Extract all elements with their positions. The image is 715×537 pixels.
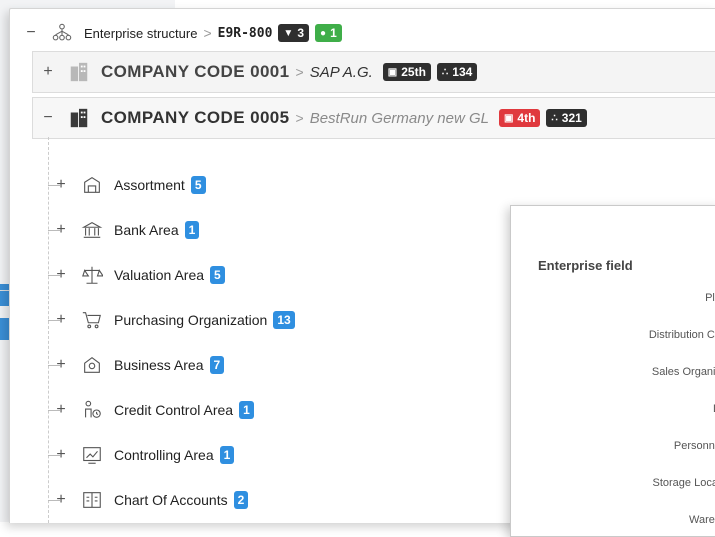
count-badge: 1	[185, 221, 200, 239]
hierarchy-icon: ∴	[442, 67, 448, 78]
rank-value: 25th	[401, 65, 426, 79]
tree-connector	[48, 500, 60, 501]
enterprise-field-label: Sales Organiz	[652, 366, 715, 378]
company-name: BestRun Germany new GL	[310, 110, 489, 127]
count-badge: 5	[210, 266, 225, 284]
tree-item-credit-control-area[interactable]: + Credit Control Area 1	[54, 397, 254, 423]
status-badge[interactable]: ●1	[315, 24, 342, 42]
shield-icon: ▣	[504, 113, 513, 124]
tree-item-valuation-area[interactable]: + Valuation Area 5	[54, 262, 225, 288]
tree-item-business-area[interactable]: + Business Area 7	[54, 352, 224, 378]
item-label: Controlling Area	[114, 447, 214, 463]
tree-connector	[48, 365, 60, 366]
tree-item-controlling-area[interactable]: + Controlling Area 1	[54, 442, 234, 468]
status-dot-icon: ●	[320, 28, 326, 39]
hierarchy-badge: ∴ 321	[546, 109, 586, 127]
expand-toggle[interactable]: +	[41, 63, 55, 81]
collapse-toggle[interactable]: −	[41, 109, 55, 127]
cart-icon	[80, 308, 104, 332]
item-label: Purchasing Organization	[114, 312, 267, 328]
tree-connector	[48, 410, 60, 411]
count-badge: 1	[220, 446, 235, 464]
company-code-row[interactable]: + COMPANY CODE 0001 > SAP A.G. ▣ 25th ∴ 13…	[32, 51, 715, 93]
tree-connector	[48, 137, 49, 523]
hierarchy-count: 321	[562, 111, 582, 125]
enterprise-field-popup: Enterprise field Pla Distribution Ch Sal…	[510, 205, 715, 537]
tree-connector	[48, 275, 60, 276]
count-badge: 5	[191, 176, 206, 194]
filter-badge[interactable]: ▼3	[278, 24, 309, 42]
count-badge: 7	[210, 356, 225, 374]
breadcrumb-separator: >	[296, 64, 304, 80]
count-badge: 1	[239, 401, 254, 419]
tree-connector	[48, 320, 60, 321]
enterprise-field-label: Personne	[674, 440, 715, 452]
hierarchy-count: 134	[452, 65, 472, 79]
controlling-icon	[80, 443, 104, 467]
hierarchy-badge: ∴ 134	[437, 63, 477, 81]
company-building-icon	[67, 60, 91, 84]
company-code-label: COMPANY CODE 0001	[101, 62, 290, 82]
scale-icon	[80, 263, 104, 287]
bank-icon	[80, 218, 104, 242]
tree-item-chart-of-accounts[interactable]: + Chart Of Accounts 2	[54, 487, 248, 513]
count-badge: 2	[234, 491, 249, 509]
rank-value: 4th	[517, 111, 535, 125]
building-icon	[80, 353, 104, 377]
count-badge: 13	[273, 311, 294, 329]
status-count: 1	[330, 26, 337, 40]
item-label: Bank Area	[114, 222, 179, 238]
breadcrumb-separator: >	[203, 25, 211, 41]
company-building-icon	[67, 106, 91, 130]
hierarchy-icon: ∴	[551, 113, 557, 124]
structure-title: Enterprise structure	[84, 26, 197, 41]
collapse-toggle[interactable]: −	[24, 24, 38, 42]
structure-code: E9R-800	[218, 26, 273, 41]
popup-title: Enterprise field	[538, 258, 633, 273]
item-label: Valuation Area	[114, 267, 204, 283]
enterprise-field-label: Pla	[705, 292, 715, 304]
tree-connector	[48, 230, 60, 231]
tree-root-row[interactable]: − Enterprise structure > E9R-800 ▼3 ●1	[24, 21, 342, 45]
company-code-label: COMPANY CODE 0005	[101, 108, 290, 128]
item-label: Business Area	[114, 357, 204, 373]
rank-badge: ▣ 25th	[383, 63, 431, 81]
enterprise-field-label: Wareh	[689, 514, 715, 526]
tree-connector	[48, 455, 60, 456]
assortment-icon	[80, 173, 104, 197]
credit-control-icon	[80, 398, 104, 422]
company-code-row[interactable]: − COMPANY CODE 0005 > BestRun Germany ne…	[32, 97, 715, 139]
shield-icon: ▣	[388, 67, 397, 78]
rank-badge: ▣ 4th	[499, 109, 540, 127]
company-name: SAP A.G.	[310, 64, 373, 81]
filter-count: 3	[297, 26, 304, 40]
item-label: Chart Of Accounts	[114, 492, 228, 508]
org-structure-icon	[50, 21, 74, 45]
tree-item-bank-area[interactable]: + Bank Area 1	[54, 217, 199, 243]
tree-connector	[48, 185, 60, 186]
enterprise-field-label: Storage Locat	[653, 477, 715, 489]
tree-item-purchasing-organization[interactable]: + Purchasing Organization 13	[54, 307, 295, 333]
tree-item-assortment[interactable]: + Assortment 5	[54, 172, 206, 198]
ledger-icon	[80, 488, 104, 512]
filter-icon: ▼	[283, 28, 293, 39]
item-label: Credit Control Area	[114, 402, 233, 418]
item-label: Assortment	[114, 177, 185, 193]
breadcrumb-separator: >	[296, 110, 304, 126]
enterprise-field-label: Distribution Ch	[649, 329, 715, 341]
